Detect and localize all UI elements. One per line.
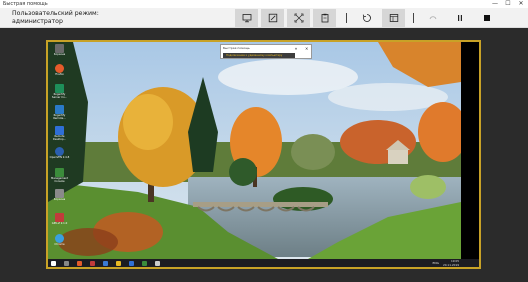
taskbar-app-icon[interactable]	[90, 261, 95, 266]
taskbar-app-icon[interactable]	[77, 261, 82, 266]
firefox-icon	[55, 64, 64, 73]
desktop-icon[interactable]: GPU-Z 2.1.0	[49, 213, 70, 231]
desktop-icon-label: Rogertify Remote...	[53, 114, 66, 120]
app-icon	[55, 105, 64, 114]
remote-black-strip	[461, 42, 479, 259]
desktop-icon-label: Firefox	[55, 73, 64, 76]
pause-icon	[457, 15, 462, 21]
taskbar-app-icon[interactable]	[103, 261, 108, 266]
taskbar-app-icon[interactable]	[129, 261, 134, 266]
maximize-button[interactable]: ☐	[502, 0, 514, 8]
desktop-icon[interactable]: Корзина	[49, 44, 70, 62]
desktop-icon-label: Rogertify Server Co...	[51, 93, 68, 99]
taskbar-app-icon[interactable]	[155, 261, 160, 266]
mode-label: Пользовательский режим: администратор	[12, 10, 132, 25]
fit-screen-button[interactable]	[287, 9, 310, 27]
language-indicator[interactable]: ENG	[433, 261, 439, 265]
desktop-icon-label: Remote Desktop...	[52, 135, 67, 141]
desktop-icon[interactable]: Rogertify Remote...	[49, 105, 70, 123]
desktop-icon[interactable]: Management Console	[49, 168, 70, 186]
end-session-button[interactable]	[475, 9, 498, 27]
desktop-icon-label: Management Console	[50, 177, 69, 183]
remote-desktop-icon	[55, 126, 64, 135]
desktop-icon[interactable]: OpenVPN 2.4.8	[49, 147, 70, 165]
taskbar-clock[interactable]: 19:05 20.11.2019	[443, 259, 459, 267]
desktop-icon-label: GPU-Z 2.1.0	[51, 222, 68, 225]
restart-button[interactable]	[355, 9, 378, 27]
title-bar: Быстрая помощь — ☐ ✕	[0, 0, 528, 8]
desktop-icon-label: Корзина	[53, 198, 66, 201]
desktop-icon-label: OpenVPN 2.4.8	[49, 156, 70, 159]
widget-status-text: Подключение к удаленному компьютеру	[226, 54, 283, 57]
annotate-button[interactable]	[261, 9, 284, 27]
toolbar: Пользовательский режим: администратор	[0, 8, 528, 28]
desktop-icon-label: Chrome	[54, 243, 65, 246]
remote-quick-assist-widget[interactable]: Быстрая помощь ⏸ ✕ Подключение к удаленн…	[220, 44, 312, 59]
close-button[interactable]: ✕	[515, 0, 527, 8]
fit-screen-icon	[294, 13, 303, 23]
task-manager-icon	[321, 13, 328, 23]
toggle-instruction-channel-button[interactable]	[382, 9, 405, 27]
desktop-icon[interactable]: Корзина	[49, 189, 70, 207]
remote-taskbar: ENG 19:05 20.11.2019	[48, 259, 479, 267]
desktop-icon-label: Корзина	[53, 53, 66, 56]
mode-line-2: администратор	[12, 17, 63, 25]
console-icon	[55, 168, 64, 177]
reconnect-icon	[429, 16, 436, 20]
toolbar-separator-2	[413, 13, 414, 23]
taskbar-app-icon[interactable]	[116, 261, 121, 266]
openvpn-icon	[55, 147, 64, 156]
widget-status-bar: Подключение к удаленному компьютеру	[223, 53, 295, 58]
task-manager-button[interactable]	[313, 9, 336, 27]
monitor-icon	[242, 14, 251, 23]
chrome-icon	[55, 234, 64, 243]
widget-close-icon[interactable]: ✕	[305, 46, 308, 51]
restart-icon	[362, 14, 371, 22]
toolbar-separator	[346, 13, 347, 23]
widget-title: Быстрая помощь	[223, 46, 250, 50]
desktop-icon[interactable]: Chrome	[49, 234, 70, 252]
toggle-instruction-icon	[389, 14, 398, 22]
start-icon[interactable]	[51, 261, 56, 266]
app-icon	[55, 84, 64, 93]
quick-assist-window: Быстрая помощь — ☐ ✕ Пользовательский ре…	[0, 0, 528, 282]
widget-pause-icon[interactable]: ⏸	[295, 46, 297, 51]
select-monitor-button[interactable]	[235, 9, 258, 27]
remote-desktop-view[interactable]: Корзина Firefox Rogertify Server Co... R…	[46, 40, 481, 269]
annotate-icon	[268, 13, 277, 23]
search-icon[interactable]	[64, 261, 69, 266]
window-title: Быстрая помощь	[3, 1, 48, 7]
recycle-bin-icon	[55, 44, 64, 53]
stop-icon	[483, 15, 490, 21]
desktop-icon[interactable]: Remote Desktop...	[49, 126, 70, 144]
reconnect-button[interactable]	[421, 9, 444, 27]
pause-button[interactable]	[448, 9, 471, 27]
desktop-wallpaper	[48, 42, 479, 267]
mode-line-1: Пользовательский режим:	[12, 10, 99, 17]
recycle-bin-icon	[55, 189, 64, 198]
taskbar-app-icon[interactable]	[142, 261, 147, 266]
desktop-icon[interactable]: Firefox	[49, 64, 70, 82]
clock-date: 20.11.2019	[442, 263, 459, 267]
desktop-icon[interactable]: Rogertify Server Co...	[49, 84, 70, 102]
gpu-z-icon	[55, 213, 64, 222]
minimize-button[interactable]: —	[489, 0, 501, 8]
